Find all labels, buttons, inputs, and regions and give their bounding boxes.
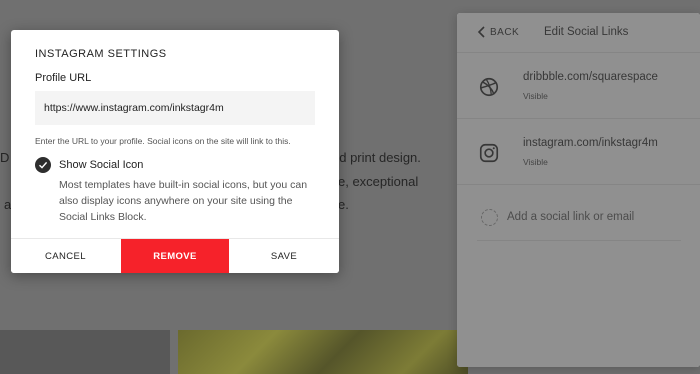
dribbble-icon [479,77,499,97]
social-link-status: Visible [523,91,548,101]
profile-url-helper-text: Enter the URL to your profile. Social ic… [35,136,291,146]
background-text-fragment: e. [338,197,349,212]
chevron-left-icon [477,26,485,38]
background-image [178,330,468,374]
social-link-url: instagram.com/inkstagr4m [523,137,658,149]
instagram-settings-modal: INSTAGRAM SETTINGS Profile URL Enter the… [11,30,339,273]
background-text-fragment: e, exceptional [338,174,419,189]
background-image [0,330,170,374]
show-social-icon-description: Most templates have built-in social icon… [59,179,308,223]
panel-header: BACK Edit Social Links [457,13,700,53]
background-text-fragment: D [0,150,10,165]
social-link-row-dribbble[interactable]: dribbble.com/squarespace Visible [457,53,700,119]
back-button-label: BACK [490,26,520,38]
edit-social-links-panel: BACK Edit Social Links dribbble.com/squa… [457,13,700,367]
social-link-url: dribbble.com/squarespace [523,71,658,83]
cancel-button[interactable]: CANCEL [11,239,120,273]
checkmark-icon [39,161,48,169]
add-social-link-button[interactable]: Add a social link or email [477,209,681,241]
show-social-icon-label: Show Social Icon [59,159,144,171]
back-button[interactable]: BACK [477,26,519,38]
profile-url-label: Profile URL [35,72,92,84]
panel-title: Edit Social Links [544,26,629,38]
profile-url-input[interactable] [35,91,315,125]
show-social-icon-checkbox[interactable] [35,157,51,173]
social-link-status: Visible [523,157,548,167]
modal-title: INSTAGRAM SETTINGS [35,48,167,60]
remove-button[interactable]: REMOVE [121,239,229,273]
background-text-fragment: nd print design. [332,150,421,165]
add-social-link-label: Add a social link or email [507,211,635,223]
save-button[interactable]: SAVE [229,239,339,273]
social-link-row-instagram[interactable]: instagram.com/inkstagr4m Visible [457,119,700,185]
instagram-icon [479,143,499,163]
add-circle-icon [481,209,498,226]
